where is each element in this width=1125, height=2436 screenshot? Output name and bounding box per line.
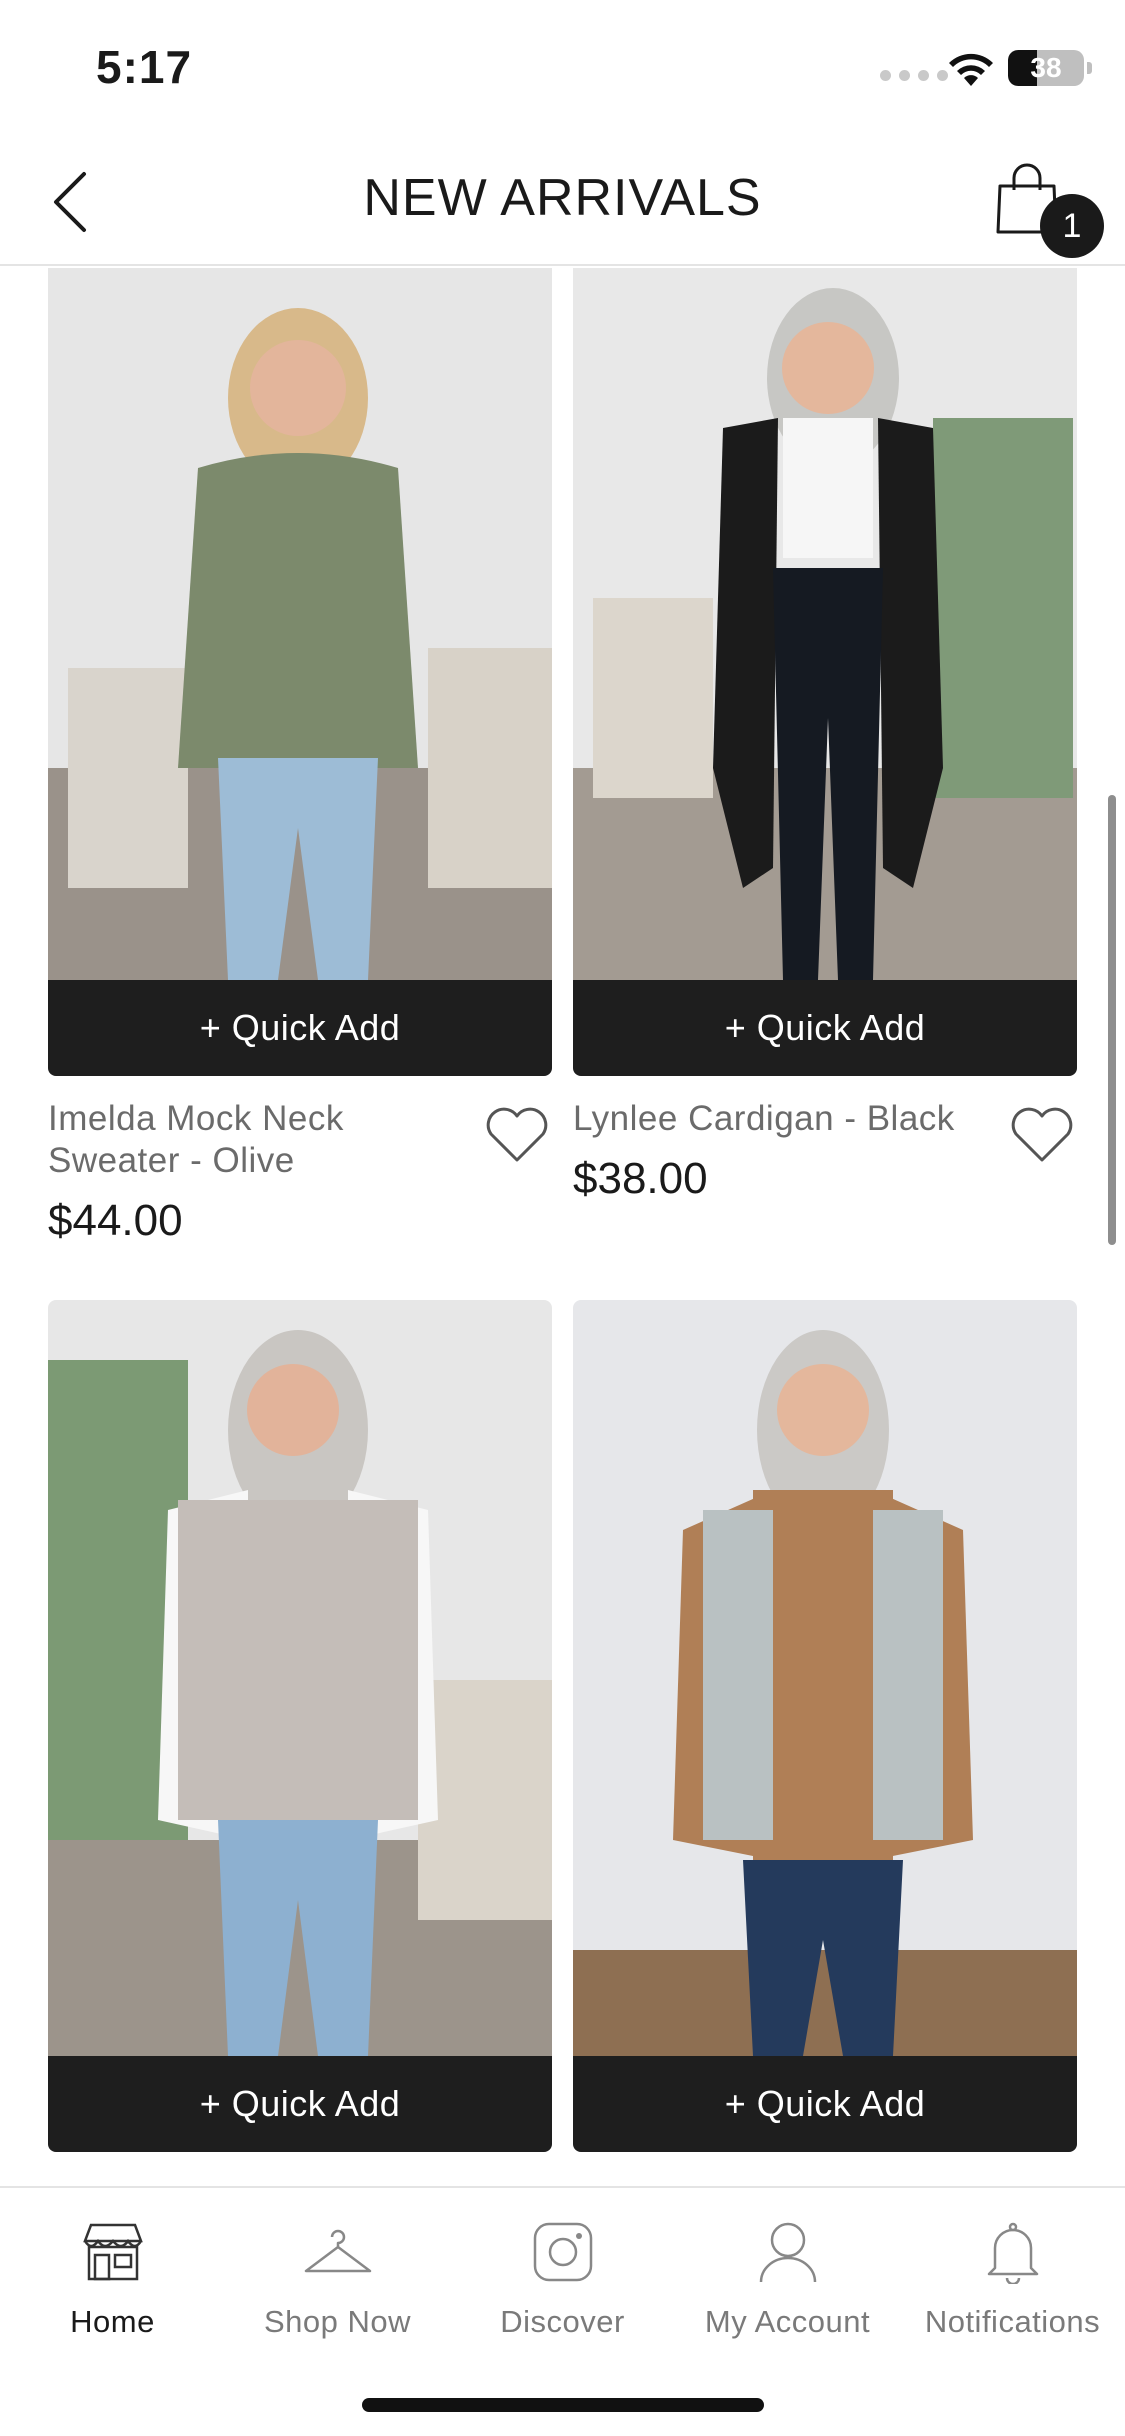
wifi-icon (949, 53, 993, 86)
product-name[interactable]: Lynlee Cardigan - Black (573, 1098, 993, 1140)
cart-button[interactable]: 1 (988, 160, 1108, 270)
product-image[interactable] (48, 268, 552, 980)
product-image[interactable] (48, 1300, 552, 2056)
tab-discover[interactable]: Discover (450, 2212, 675, 2352)
tab-shop-now[interactable]: Shop Now (225, 2212, 450, 2352)
page-title: NEW ARRIVALS (363, 169, 762, 227)
heart-icon[interactable] (1009, 1104, 1075, 1164)
tab-my-account[interactable]: My Account (675, 2212, 900, 2352)
navigation-header: NEW ARRIVALS 1 (0, 140, 1125, 266)
user-icon (759, 2222, 816, 2283)
instagram-icon (533, 2222, 592, 2282)
tab-label: Notifications (924, 2304, 1101, 2339)
battery-icon: 38 (1008, 50, 1084, 86)
tab-label: My Account (704, 2304, 871, 2339)
battery-nub (1087, 62, 1092, 74)
tab-notifications[interactable]: Notifications (900, 2212, 1125, 2352)
product-image[interactable] (573, 268, 1077, 980)
app-screen: 5:17 38 NEW ARRIVALS 1 + Quick Add Imeld… (0, 0, 1125, 2436)
home-indicator (362, 2398, 764, 2412)
battery-percent: 38 (1030, 52, 1062, 83)
quick-add-button[interactable]: + Quick Add (573, 2056, 1077, 2152)
quick-add-button[interactable]: + Quick Add (48, 980, 552, 1076)
product-image[interactable] (573, 1300, 1077, 2056)
status-time: 5:17 (96, 41, 193, 93)
tab-home[interactable]: Home (0, 2212, 225, 2352)
scrollbar[interactable] (1108, 795, 1116, 1245)
product-price: $44.00 (48, 1196, 183, 1245)
hanger-icon (304, 2229, 371, 2273)
cart-count-badge: 1 (1040, 194, 1104, 258)
tab-label: Discover (500, 2304, 625, 2339)
bell-icon (987, 2222, 1038, 2284)
heart-icon[interactable] (484, 1104, 550, 1164)
product-name[interactable]: Imelda Mock Neck Sweater - Olive (48, 1098, 468, 1182)
quick-add-button[interactable]: + Quick Add (48, 2056, 552, 2152)
tab-label: Shop Now (263, 2304, 412, 2339)
quick-add-button[interactable]: + Quick Add (573, 980, 1077, 1076)
cellular-signal-icon (880, 70, 948, 81)
storefront-icon (82, 2223, 143, 2281)
product-price: $38.00 (573, 1154, 708, 1203)
status-bar: 5:17 38 (0, 0, 1125, 140)
product-grid: + Quick Add Imelda Mock Neck Sweater - O… (0, 268, 1125, 2186)
tab-label: Home (70, 2304, 155, 2339)
